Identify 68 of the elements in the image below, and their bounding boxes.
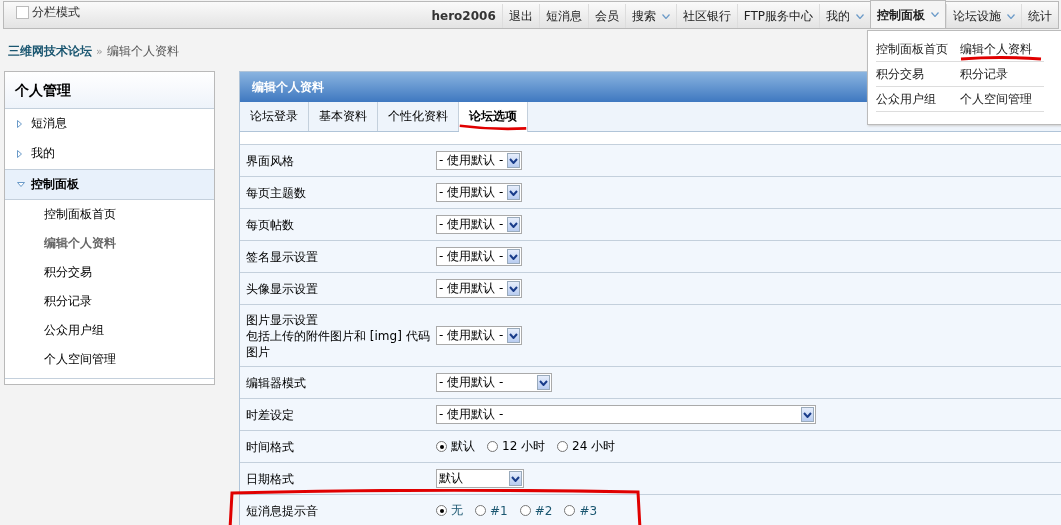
sidebar-item[interactable]: 短消息 [5, 109, 214, 139]
caret-icon [661, 13, 670, 19]
setting-label: 日期格式 [246, 470, 295, 487]
caret-icon [17, 182, 25, 187]
caret-icon [17, 149, 22, 158]
radio-option[interactable]: #3 [564, 503, 598, 518]
tab[interactable]: 论坛登录 [240, 102, 309, 131]
radio-option[interactable]: #2 [519, 503, 553, 518]
sidebar-subitem[interactable]: 公众用户组 [5, 316, 214, 345]
setting-note: 包括上传的附件图片和 [img] 代码图片 [246, 327, 431, 360]
setting-label: 短消息提示音 [246, 502, 319, 519]
breadcrumb-current: 编辑个人资料 [106, 42, 179, 60]
nav-link[interactable]: 搜索 [624, 4, 676, 28]
menu-item[interactable]: 控制面板首页 [876, 37, 960, 62]
sidebar-subitem[interactable]: 控制面板首页 [5, 200, 214, 229]
annotation-underline [459, 124, 527, 131]
split-mode-checkbox[interactable]: 分栏模式 [4, 0, 80, 28]
setting-label: 签名显示设置 [246, 248, 319, 265]
select-dropdown[interactable]: - 使用默认 - [436, 405, 816, 424]
nav-link[interactable]: 论坛设施 [946, 4, 1021, 28]
select-dropdown[interactable]: 默认 [436, 469, 524, 488]
select-dropdown[interactable]: - 使用默认 - [436, 373, 552, 392]
select-dropdown[interactable]: - 使用默认 - [436, 151, 522, 170]
nav-link[interactable]: 社区银行 [675, 4, 737, 28]
menu-item[interactable]: 编辑个人资料 [960, 37, 1044, 62]
breadcrumb-separator: » [96, 44, 103, 58]
setting-label: 头像显示设置 [246, 280, 319, 297]
nav-link[interactable]: 会员 [587, 4, 625, 28]
radio-option[interactable]: 无 [436, 502, 463, 519]
nav-link[interactable]: 短消息 [538, 4, 588, 28]
tab[interactable]: 基本资料 [309, 102, 378, 131]
setting-label: 图片显示设置 [246, 311, 319, 328]
sidebar-item[interactable]: 控制面板 [5, 169, 214, 200]
select-dropdown[interactable]: - 使用默认 - [436, 279, 522, 298]
menu-item[interactable]: 公众用户组 [876, 87, 960, 112]
nav-link[interactable]: 控制面板 [870, 0, 946, 28]
select-dropdown[interactable]: - 使用默认 - [436, 183, 522, 202]
breadcrumb-link[interactable]: 三维网技术论坛 [8, 42, 92, 60]
radio-option[interactable]: 默认 [436, 438, 475, 455]
nav-link[interactable]: FTP服务中心 [736, 4, 819, 28]
setting-label: 时差设定 [246, 406, 295, 423]
sidebar-item[interactable]: 我的 [5, 139, 214, 169]
caret-icon [931, 12, 939, 17]
nav-link[interactable]: hero2006 [425, 4, 502, 28]
select-dropdown[interactable]: - 使用默认 - [436, 215, 522, 234]
nav-link[interactable]: 统计 [1021, 4, 1058, 28]
select-dropdown[interactable]: - 使用默认 - [436, 247, 522, 266]
select-dropdown[interactable]: - 使用默认 - [436, 326, 522, 345]
setting-label: 界面风格 [246, 152, 295, 169]
caret-icon [856, 13, 864, 19]
radio-option[interactable]: #1 [475, 503, 508, 518]
setting-label: 每页主题数 [246, 184, 307, 201]
menu-item[interactable]: 个人空间管理 [960, 87, 1044, 112]
sidebar-subitem[interactable]: 积分记录 [5, 287, 214, 316]
setting-label: 编辑器模式 [246, 374, 307, 391]
menu-item[interactable]: 积分交易 [876, 62, 960, 87]
sidebar-subitem[interactable]: 积分交易 [5, 258, 214, 287]
setting-label: 时间格式 [246, 438, 295, 455]
sidebar-subitem[interactable]: 个人空间管理 [5, 345, 214, 374]
radio-option[interactable]: 12 小时 [487, 438, 546, 455]
nav-link[interactable]: 退出 [501, 4, 539, 28]
setting-label: 每页帖数 [246, 216, 295, 233]
sidebar-subitem[interactable]: 编辑个人资料 [5, 229, 214, 258]
radio-option[interactable]: 24 小时 [557, 438, 616, 455]
caret-icon [17, 119, 22, 128]
tab[interactable]: 论坛选项 [459, 102, 528, 132]
caret-icon [1007, 13, 1015, 19]
menu-item[interactable]: 积分记录 [960, 62, 1044, 87]
